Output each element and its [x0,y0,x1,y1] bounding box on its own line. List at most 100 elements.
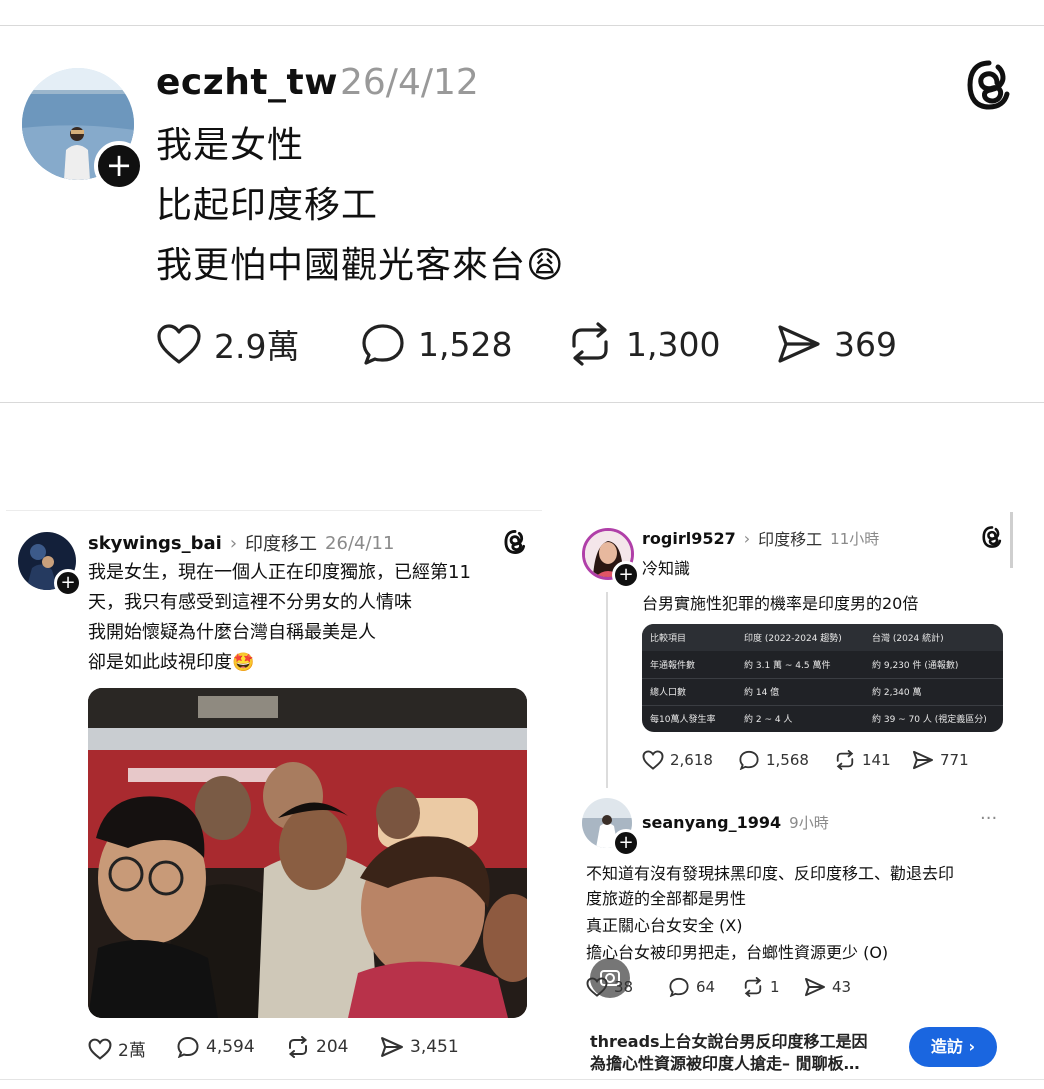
post-header: skywings_bai › 印度移工 26/4/11 [88,530,394,556]
repost-button[interactable]: 1,300 [566,322,720,366]
share-button[interactable]: 771 [912,750,969,770]
table-cell: 約 14 億 [744,688,780,698]
post-header: rogirl9527 › 印度移工 11小時 [642,526,879,550]
threads-logo-icon[interactable] [504,530,526,554]
table-header-cell: 台灣 (2024 統計) [872,634,944,644]
comment-icon [177,1036,199,1058]
post-subtitle: 冷知識 [642,559,691,578]
send-icon [913,750,933,770]
more-options-icon[interactable]: ··· [980,808,997,829]
repost-icon [744,977,762,997]
repost-icon [836,750,854,770]
table-cell: 約 9,230 件 (通報數) [872,661,959,671]
follow-plus-icon[interactable]: + [54,569,82,597]
post-text-line: 台男實施性犯罪的機率是印度男的20倍 [642,594,919,613]
post-time: 9小時 [789,814,829,832]
table-cell: 年通報件數 [650,661,696,671]
table-row: 年通報件數 約 3.1 萬 ~ 4.5 萬件 約 9,230 件 (通報數) [642,651,1003,678]
like-button[interactable]: 38 [586,977,633,997]
post-date: 26/4/12 [340,62,479,103]
like-count: 2萬 [118,1041,146,1061]
reply-button[interactable]: 1,568 [738,750,809,770]
table-cell: 總人口數 [650,688,687,698]
post-username[interactable]: eczht_tw [156,62,338,103]
like-button[interactable]: 2,618 [642,750,713,770]
post-text-line: 度旅遊的全部都是男性 [586,889,747,908]
post-text-line: 我是女生，現在一個人正在印度獨旅，已經第11 [88,562,471,583]
post-text-line: 我更怕中國觀光客來台😩 [156,245,565,286]
reply-button[interactable]: 64 [668,977,715,997]
repost-button[interactable]: 204 [286,1036,348,1058]
repost-count: 1 [770,978,780,996]
like-count: 2.9萬 [214,327,300,366]
comment-icon [739,750,759,770]
post-username[interactable]: skywings_bai [88,533,222,554]
link-preview-title[interactable]: 為擔心性資源被印度人搶走– 閒聊板… [590,1050,860,1074]
repost-button[interactable]: 1 [742,977,780,997]
post-text-line: 我開始懷疑為什麼台灣自稱最美是人 [88,622,376,643]
post-username[interactable]: rogirl9527 [642,529,736,548]
share-count: 369 [834,324,897,364]
post-text-line: 不知道有沒有發現抹黑印度、反印度移工、勸退去印 [586,864,955,883]
comment-icon [362,324,404,365]
post-text-line: 真正關心台女安全 (X) [586,916,743,935]
reply-count: 1,568 [766,751,809,769]
like-count: 2,618 [670,751,713,769]
post-text-line: 擔心台女被印男把走，台螂性資源更少 (O) [586,943,889,962]
comment-icon [669,977,689,997]
post-username[interactable]: seanyang_1994 [642,813,781,832]
repost-icon [572,322,608,366]
heart-icon [586,977,608,997]
thread-line [606,592,608,788]
threads-logo-icon[interactable] [966,60,1012,110]
topic-tag[interactable]: 印度移工 [758,526,822,550]
follow-plus-icon[interactable]: + [612,829,640,857]
reply-count: 64 [696,978,716,996]
reply-button[interactable]: 4,594 [176,1036,255,1058]
top-divider [0,25,1044,26]
table-header-row: 比較項目 印度 (2022-2024 趨勢) 台灣 (2024 統計) [642,624,1003,651]
share-button[interactable]: 3,451 [380,1036,459,1058]
table-cell: 約 2,340 萬 [872,688,922,698]
chevron-right-icon: › [229,532,238,554]
share-count: 43 [832,978,852,996]
scrollbar[interactable] [1010,512,1013,568]
like-button[interactable]: 2.9萬 [156,322,299,366]
table-row: 每10萬人發生率 約 2 ~ 4 人 約 39 ~ 70 人 (視定義區分) [642,705,1003,732]
post-divider [0,402,1044,403]
heart-icon [642,750,664,770]
repost-icon [288,1036,308,1058]
post-photo[interactable] [88,688,527,1018]
reply-count: 1,528 [418,324,513,364]
table-cell: 約 39 ~ 70 人 (視定義區分) [872,715,987,725]
table-cell: 約 3.1 萬 ~ 4.5 萬件 [744,661,831,671]
follow-plus-icon[interactable]: + [612,561,640,589]
threads-logo-icon[interactable] [982,526,1002,548]
stats-table-image[interactable]: 比較項目 印度 (2022-2024 趨勢) 台灣 (2024 統計) 年通報件… [642,624,1003,732]
repost-button[interactable]: 141 [834,750,891,770]
send-icon [381,1037,403,1057]
heart-icon [88,1038,112,1060]
share-count: 3,451 [410,1037,459,1057]
link-preview-title[interactable]: threads上台女說台男反印度移工是因 [590,1028,868,1052]
send-icon [778,325,820,363]
visit-button[interactable]: 造訪 › [909,1027,997,1067]
share-button[interactable]: 43 [804,977,851,997]
post-text-line: 卻是如此歧視印度🤩 [88,652,255,673]
post-date: 26/4/11 [325,532,395,554]
post-header: seanyang_1994 9小時 [642,812,829,833]
share-button[interactable]: 369 [776,322,897,366]
follow-plus-icon[interactable]: + [94,141,144,191]
chevron-right-icon: › [743,528,751,548]
post-text-line: 我是女性 [156,125,305,166]
table-row: 總人口數 約 14 億 約 2,340 萬 [642,678,1003,705]
post-text-line: 天，我只有感受到這裡不分男女的人情味 [88,592,412,613]
bottom-divider [0,1079,1044,1080]
topic-tag[interactable]: 印度移工 [245,530,317,556]
post-time: 11小時 [830,529,880,548]
repost-count: 204 [316,1037,349,1057]
table-header-cell: 印度 (2022-2024 趨勢) [744,634,842,644]
like-button[interactable]: 2萬 [88,1036,146,1061]
repost-count: 1,300 [626,324,721,364]
reply-button[interactable]: 1,528 [360,322,512,366]
